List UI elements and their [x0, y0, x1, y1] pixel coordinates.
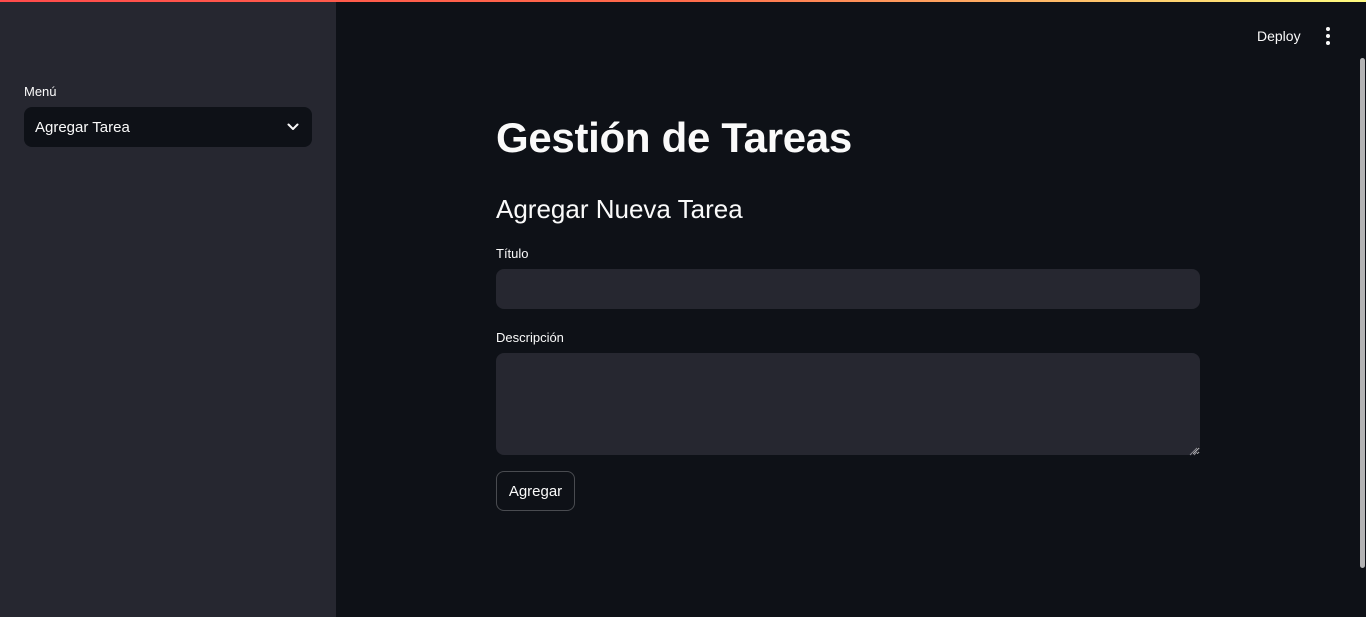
menu-select[interactable]: Agregar Tarea — [24, 107, 312, 147]
add-task-button[interactable]: Agregar — [496, 471, 575, 511]
description-field-label: Descripción — [496, 330, 564, 345]
sidebar: Menú Agregar Tarea — [0, 0, 336, 617]
title-input[interactable] — [496, 269, 1200, 309]
menu-label: Menú — [24, 84, 57, 99]
top-decoration-bar — [0, 0, 1366, 2]
menu-select-value: Agregar Tarea — [35, 118, 130, 136]
chevron-down-icon — [286, 120, 300, 134]
scrollbar[interactable] — [1360, 58, 1365, 568]
resize-handle-icon[interactable] — [1188, 443, 1198, 456]
description-textarea[interactable] — [496, 353, 1200, 455]
title-field-label: Título — [496, 246, 529, 261]
page-title: Gestión de Tareas — [496, 114, 852, 161]
kebab-vertical-icon[interactable] — [1318, 24, 1338, 48]
section-title: Agregar Nueva Tarea — [496, 194, 743, 224]
deploy-button[interactable]: Deploy — [1249, 22, 1309, 50]
